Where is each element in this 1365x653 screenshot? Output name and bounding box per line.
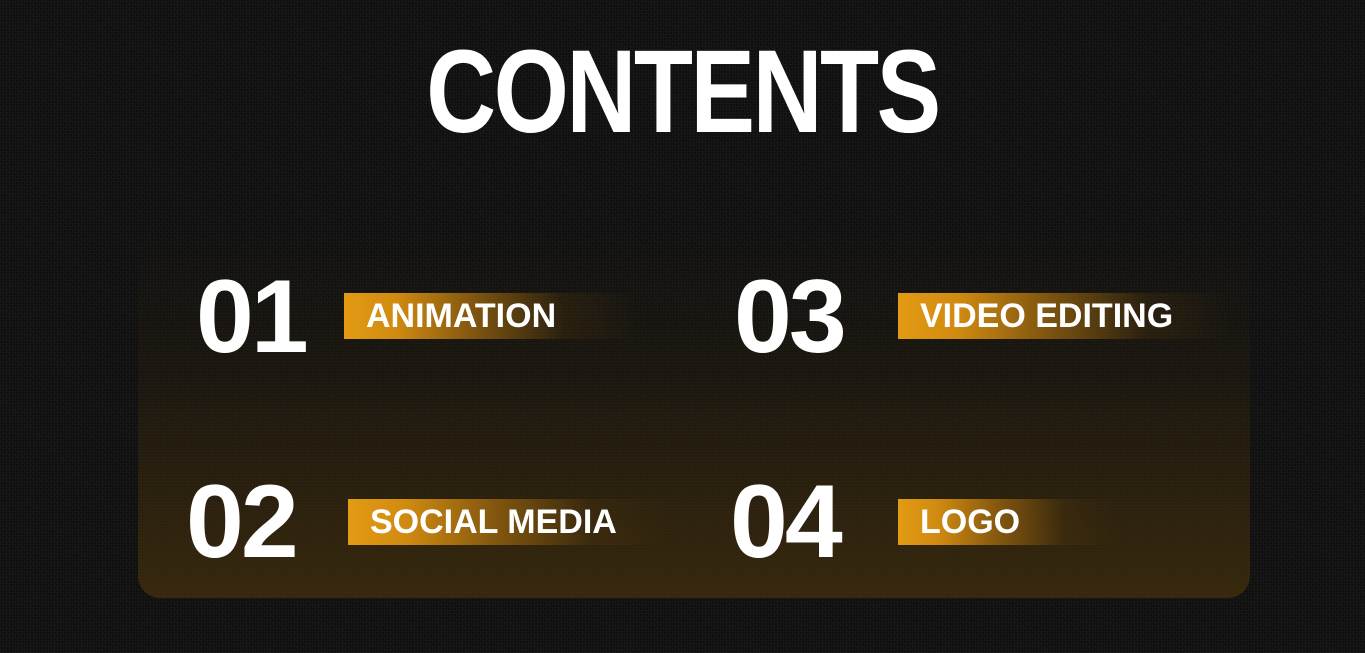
item-number: 01 <box>196 259 309 375</box>
item-label: ANIMATION <box>344 293 636 339</box>
item-label: LOGO <box>898 499 1120 545</box>
item-number: 04 <box>730 464 843 580</box>
item-number: 02 <box>186 464 299 580</box>
page-title: CONTENTS <box>426 26 941 158</box>
item-number: 03 <box>734 259 847 375</box>
item-label: SOCIAL MEDIA <box>348 499 670 545</box>
item-label: VIDEO EDITING <box>898 293 1230 339</box>
